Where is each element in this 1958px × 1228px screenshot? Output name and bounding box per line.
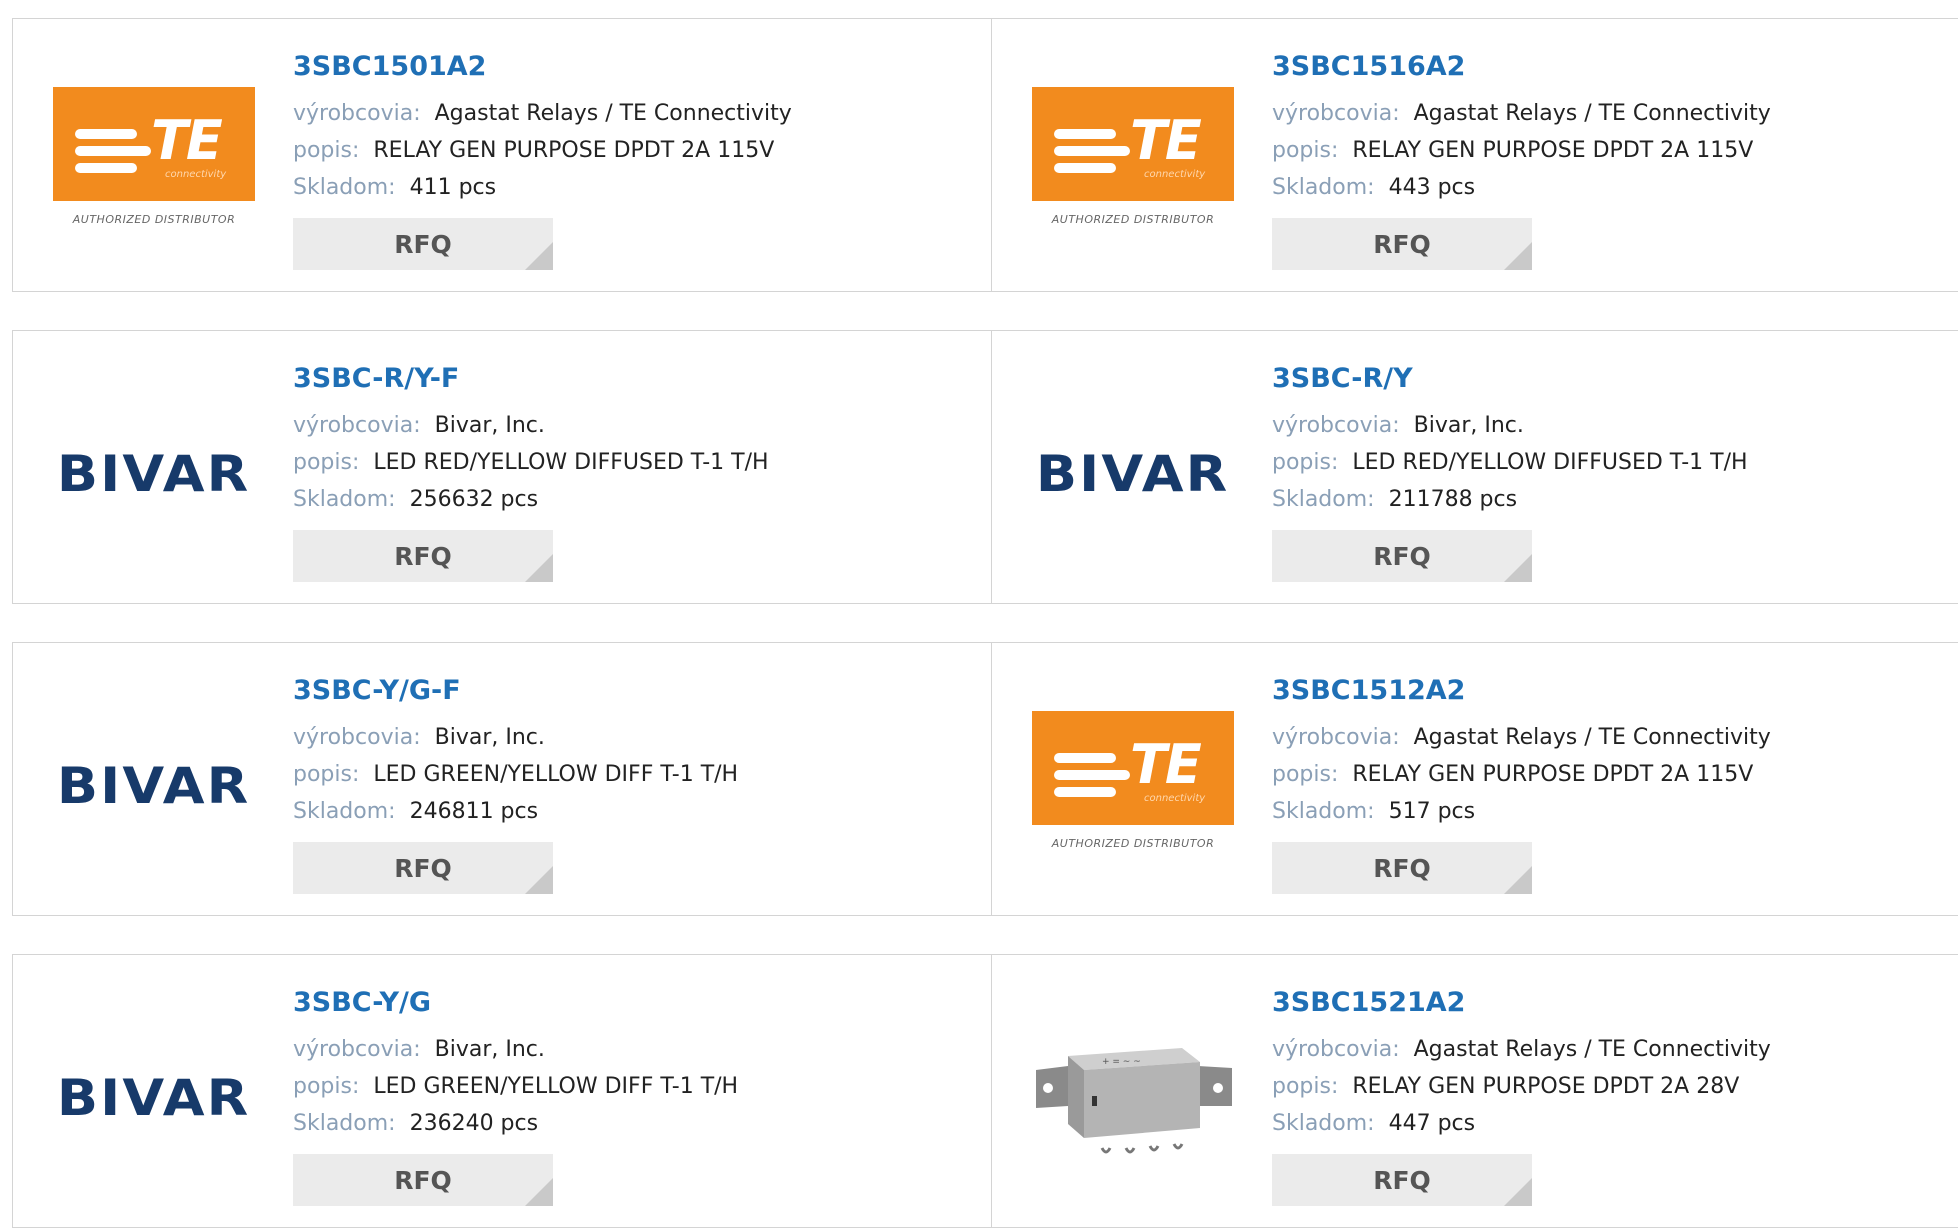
description-value: LED RED/YELLOW DIFFUSED T-1 T/H — [1352, 450, 1748, 475]
manufacturer-value: Bivar, Inc. — [434, 413, 545, 438]
manufacturer-value: Bivar, Inc. — [1413, 413, 1524, 438]
description-value: LED GREEN/YELLOW DIFF T-1 T/H — [373, 762, 739, 787]
description-label: popis: — [293, 138, 360, 163]
te-connectivity-logo[interactable]: TE connectivity AUTHORIZED DISTRIBUTOR — [53, 87, 255, 237]
stock-value: 443 pcs — [1388, 175, 1476, 200]
manufacturer-value: Agastat Relays / TE Connectivity — [434, 101, 792, 126]
description-value: RELAY GEN PURPOSE DPDT 2A 115V — [1352, 762, 1754, 787]
stock-label: Skladom: — [1272, 1111, 1375, 1136]
stock-label: Skladom: — [293, 1111, 396, 1136]
product-card: + = ∼ ~ 3SBC1521A2 výrobcovia: Agastat Re… — [991, 955, 1958, 1227]
relay-product-image[interactable]: + = ∼ ~ — [1032, 998, 1234, 1198]
rfq-button[interactable]: RFQ — [293, 530, 553, 582]
bivar-logo[interactable]: BIVAR — [1032, 399, 1234, 549]
manufacturer-label: výrobcovia: — [1272, 413, 1400, 438]
manufacturer-value: Agastat Relays / TE Connectivity — [1413, 725, 1771, 750]
part-number-link[interactable]: 3SBC-R/Y — [1272, 361, 1748, 397]
description-value: LED RED/YELLOW DIFFUSED T-1 T/H — [373, 450, 769, 475]
part-number-link[interactable]: 3SBC1512A2 — [1272, 673, 1771, 709]
rfq-button[interactable]: RFQ — [1272, 842, 1532, 894]
stock-label: Skladom: — [1272, 487, 1375, 512]
product-row: BIVAR 3SBC-R/Y-F výrobcovia: Bivar, Inc. … — [12, 330, 1958, 604]
description-value: RELAY GEN PURPOSE DPDT 2A 28V — [1352, 1074, 1740, 1099]
product-row: TE connectivity AUTHORIZED DISTRIBUTOR 3… — [12, 18, 1958, 292]
description-label: popis: — [1272, 138, 1339, 163]
product-card: TE connectivity AUTHORIZED DISTRIBUTOR 3… — [13, 19, 991, 291]
part-number-link[interactable]: 3SBC1501A2 — [293, 49, 792, 85]
description-label: popis: — [1272, 1074, 1339, 1099]
stock-value: 246811 pcs — [409, 799, 539, 824]
product-grid: TE connectivity AUTHORIZED DISTRIBUTOR 3… — [0, 0, 1958, 1228]
product-card: BIVAR 3SBC-R/Y výrobcovia: Bivar, Inc. po… — [991, 331, 1958, 603]
part-number-link[interactable]: 3SBC-Y/G-F — [293, 673, 738, 709]
stock-value: 447 pcs — [1388, 1111, 1476, 1136]
rfq-button[interactable]: RFQ — [293, 1154, 553, 1206]
product-card: TE connectivity AUTHORIZED DISTRIBUTOR 3… — [991, 643, 1958, 915]
stock-label: Skladom: — [1272, 175, 1375, 200]
description-label: popis: — [1272, 762, 1339, 787]
product-card: TE connectivity AUTHORIZED DISTRIBUTOR 3… — [991, 19, 1958, 291]
product-card: BIVAR 3SBC-R/Y-F výrobcovia: Bivar, Inc. … — [13, 331, 991, 603]
manufacturer-label: výrobcovia: — [1272, 101, 1400, 126]
stock-label: Skladom: — [293, 487, 396, 512]
relay-photo: + = ∼ ~ — [1032, 998, 1234, 1198]
product-row: BIVAR 3SBC-Y/G-F výrobcovia: Bivar, Inc. … — [12, 642, 1958, 916]
product-row: BIVAR 3SBC-Y/G výrobcovia: Bivar, Inc. po… — [12, 954, 1958, 1228]
stock-value: 517 pcs — [1388, 799, 1476, 824]
description-label: popis: — [293, 1074, 360, 1099]
stock-value: 411 pcs — [409, 175, 497, 200]
description-label: popis: — [293, 762, 360, 787]
stock-label: Skladom: — [293, 175, 396, 200]
manufacturer-label: výrobcovia: — [1272, 725, 1400, 750]
manufacturer-label: výrobcovia: — [293, 1037, 421, 1062]
rfq-button[interactable]: RFQ — [293, 842, 553, 894]
part-number-link[interactable]: 3SBC1521A2 — [1272, 985, 1771, 1021]
description-value: RELAY GEN PURPOSE DPDT 2A 115V — [373, 138, 775, 163]
bivar-logo[interactable]: BIVAR — [53, 1023, 255, 1173]
te-connectivity-logo[interactable]: TE connectivity AUTHORIZED DISTRIBUTOR — [1032, 87, 1234, 237]
te-logo: TE connectivity AUTHORIZED DISTRIBUTOR — [53, 87, 255, 237]
svg-text:+ = ∼ ~: + = ∼ ~ — [1102, 1057, 1141, 1067]
description-label: popis: — [1272, 450, 1339, 475]
te-connectivity-logo[interactable]: TE connectivity AUTHORIZED DISTRIBUTOR — [1032, 711, 1234, 861]
te-logo: TE connectivity AUTHORIZED DISTRIBUTOR — [1032, 711, 1234, 861]
stock-label: Skladom: — [293, 799, 396, 824]
description-value: RELAY GEN PURPOSE DPDT 2A 115V — [1352, 138, 1754, 163]
description-label: popis: — [293, 450, 360, 475]
rfq-button[interactable]: RFQ — [1272, 218, 1532, 270]
part-number-link[interactable]: 3SBC-R/Y-F — [293, 361, 769, 397]
stock-value: 211788 pcs — [1388, 487, 1518, 512]
manufacturer-label: výrobcovia: — [293, 101, 421, 126]
product-card: BIVAR 3SBC-Y/G-F výrobcovia: Bivar, Inc. … — [13, 643, 991, 915]
part-number-link[interactable]: 3SBC1516A2 — [1272, 49, 1771, 85]
manufacturer-value: Bivar, Inc. — [434, 1037, 545, 1062]
stock-value: 236240 pcs — [409, 1111, 539, 1136]
rfq-button[interactable]: RFQ — [293, 218, 553, 270]
te-logo: TE connectivity AUTHORIZED DISTRIBUTOR — [1032, 87, 1234, 237]
bivar-logo[interactable]: BIVAR — [53, 711, 255, 861]
manufacturer-label: výrobcovia: — [293, 413, 421, 438]
part-number-link[interactable]: 3SBC-Y/G — [293, 985, 738, 1021]
rfq-button[interactable]: RFQ — [1272, 1154, 1532, 1206]
description-value: LED GREEN/YELLOW DIFF T-1 T/H — [373, 1074, 739, 1099]
product-card: BIVAR 3SBC-Y/G výrobcovia: Bivar, Inc. po… — [13, 955, 991, 1227]
bivar-logo[interactable]: BIVAR — [53, 399, 255, 549]
stock-label: Skladom: — [1272, 799, 1375, 824]
manufacturer-value: Agastat Relays / TE Connectivity — [1413, 101, 1771, 126]
manufacturer-label: výrobcovia: — [293, 725, 421, 750]
manufacturer-label: výrobcovia: — [1272, 1037, 1400, 1062]
rfq-button[interactable]: RFQ — [1272, 530, 1532, 582]
manufacturer-value: Agastat Relays / TE Connectivity — [1413, 1037, 1771, 1062]
manufacturer-value: Bivar, Inc. — [434, 725, 545, 750]
stock-value: 256632 pcs — [409, 487, 539, 512]
